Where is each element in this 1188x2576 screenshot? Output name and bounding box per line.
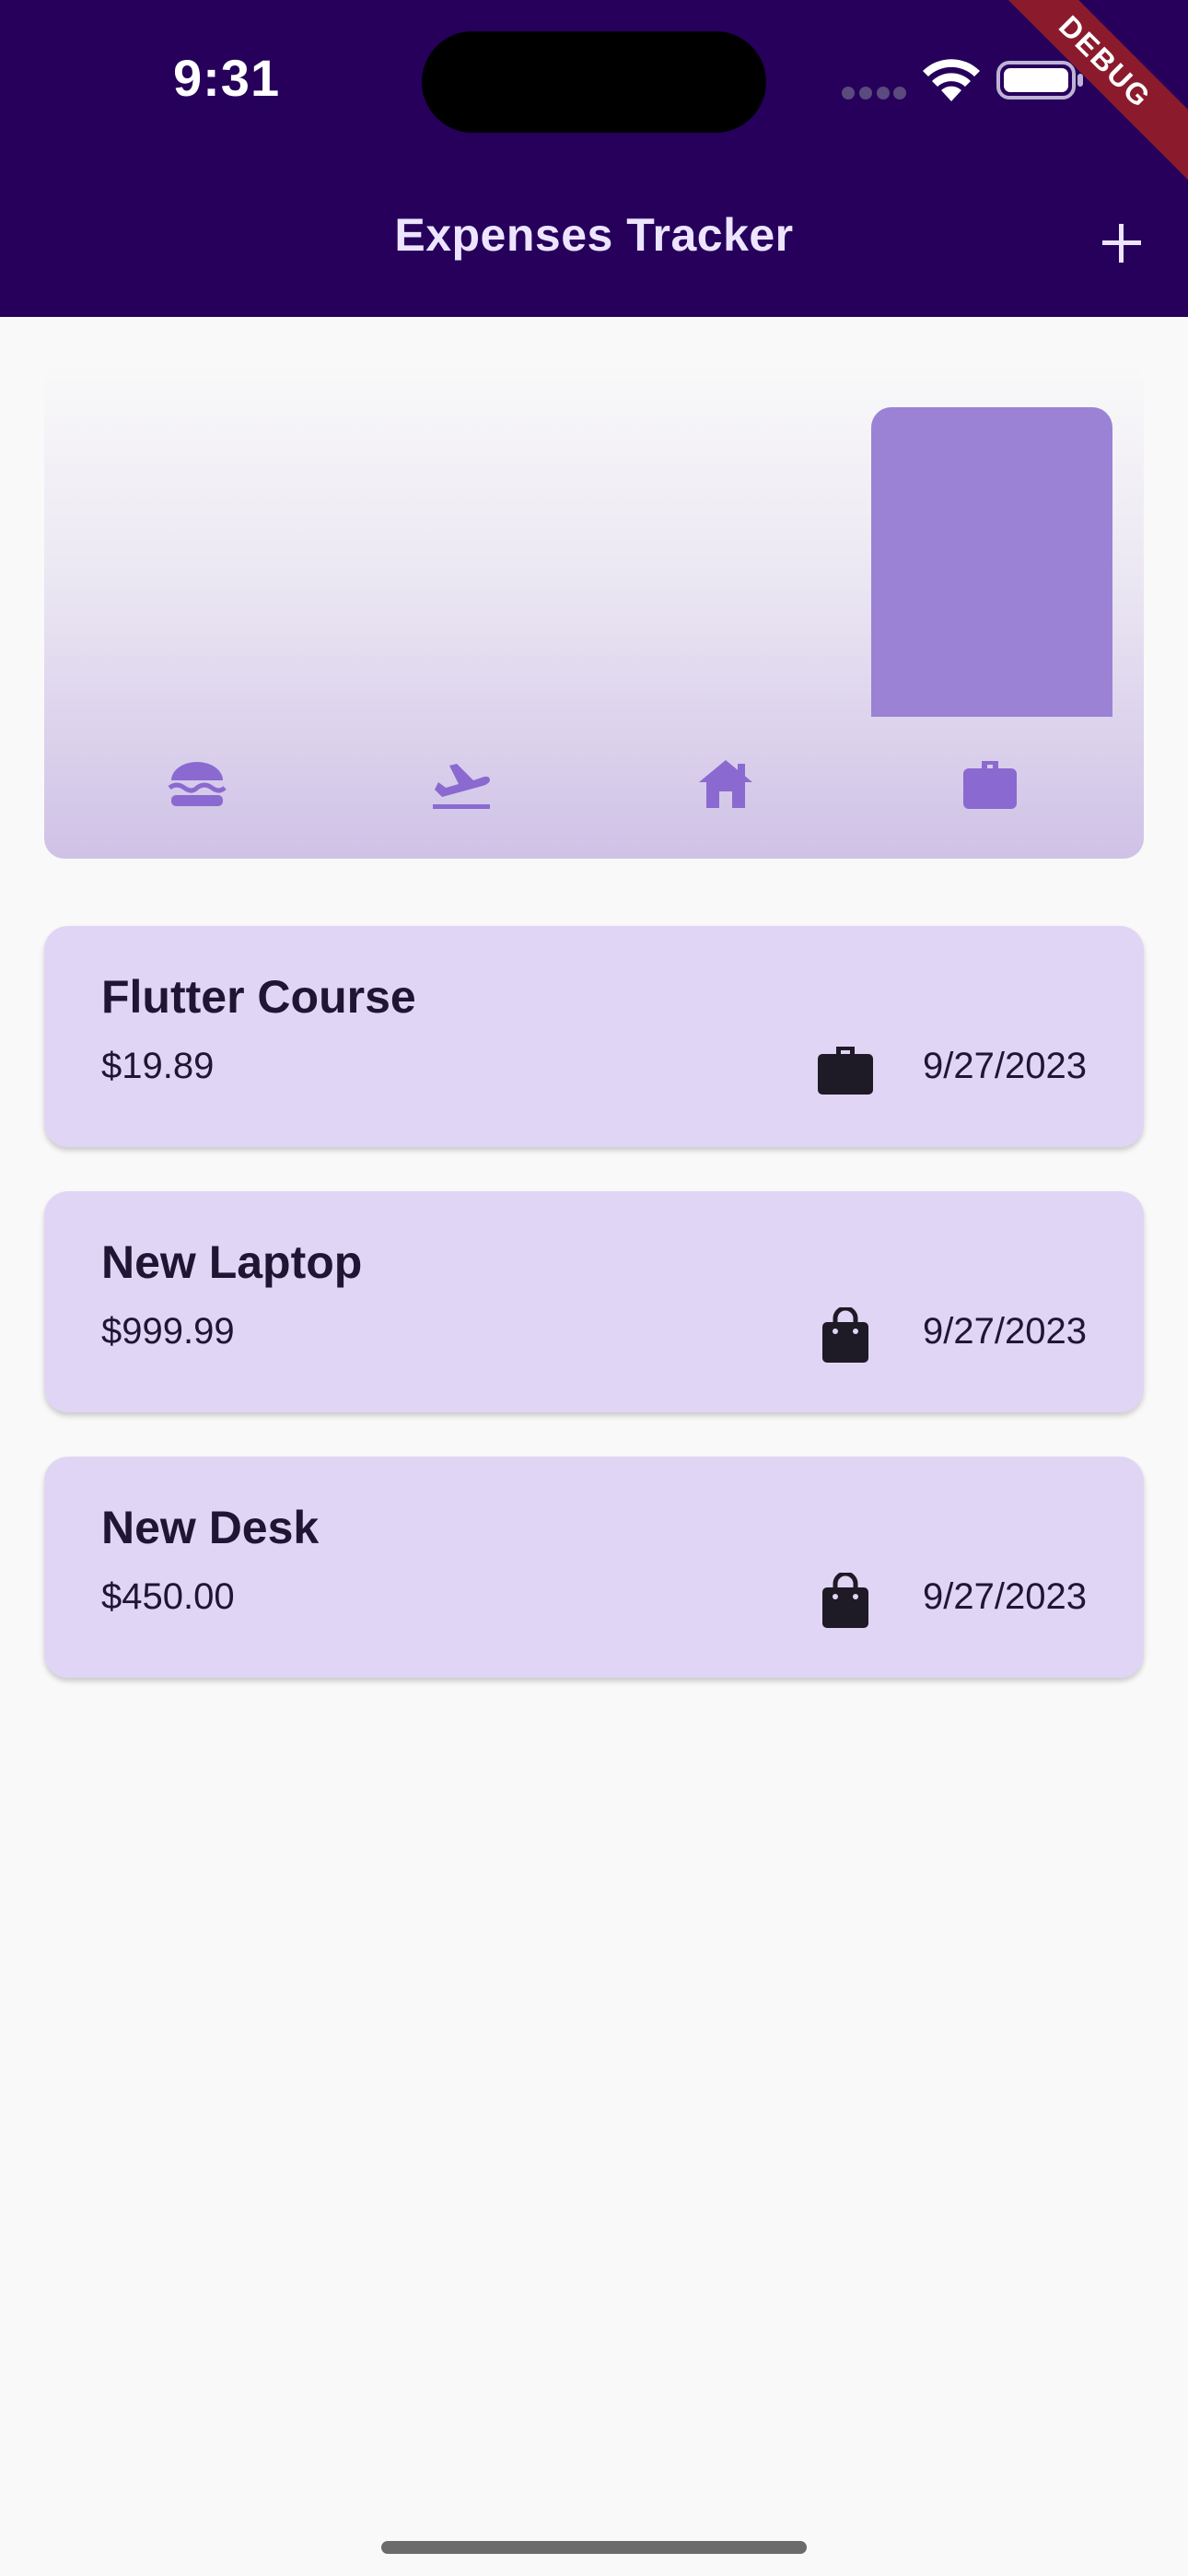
add-expense-button[interactable]	[1087, 208, 1157, 278]
expense-title: New Laptop	[101, 1236, 363, 1288]
shopping-bag-icon	[816, 1571, 875, 1630]
expense-amount: $450.00	[101, 1576, 235, 1617]
flight-takeoff-icon	[429, 752, 494, 816]
expense-date: 9/27/2023	[923, 1311, 1087, 1352]
briefcase-icon	[816, 1040, 875, 1099]
app-bar: 9:31 DEBUG Expenses Tracker	[0, 0, 1188, 317]
chart-bars	[44, 361, 1144, 717]
briefcase-icon	[958, 752, 1022, 816]
expense-card[interactable]: Flutter Course $19.89 9/27/2023	[44, 926, 1144, 1147]
battery-icon	[996, 61, 1083, 100]
dynamic-island	[422, 31, 766, 133]
home-indicator[interactable]	[381, 2541, 807, 2554]
shopping-bag-icon	[816, 1306, 875, 1364]
expense-amount: $999.99	[101, 1311, 235, 1352]
expense-date: 9/27/2023	[923, 1576, 1087, 1617]
status-bar-time: 9:31	[173, 49, 281, 107]
expense-date: 9/27/2023	[923, 1046, 1087, 1086]
expense-card[interactable]: New Laptop $999.99 9/27/2023	[44, 1191, 1144, 1412]
house-icon	[693, 752, 758, 816]
wifi-icon	[923, 59, 980, 101]
expense-title: Flutter Course	[101, 971, 416, 1023]
chart-bar-work	[871, 407, 1112, 717]
expense-card[interactable]: New Desk $450.00 9/27/2023	[44, 1457, 1144, 1678]
cellular-signal-icon	[842, 87, 906, 100]
expense-amount: $19.89	[101, 1046, 215, 1086]
page-title: Expenses Tracker	[394, 209, 794, 261]
burger-icon	[165, 752, 229, 816]
expense-title: New Desk	[101, 1502, 320, 1553]
plus-icon	[1102, 224, 1141, 263]
expense-chart	[44, 361, 1144, 859]
